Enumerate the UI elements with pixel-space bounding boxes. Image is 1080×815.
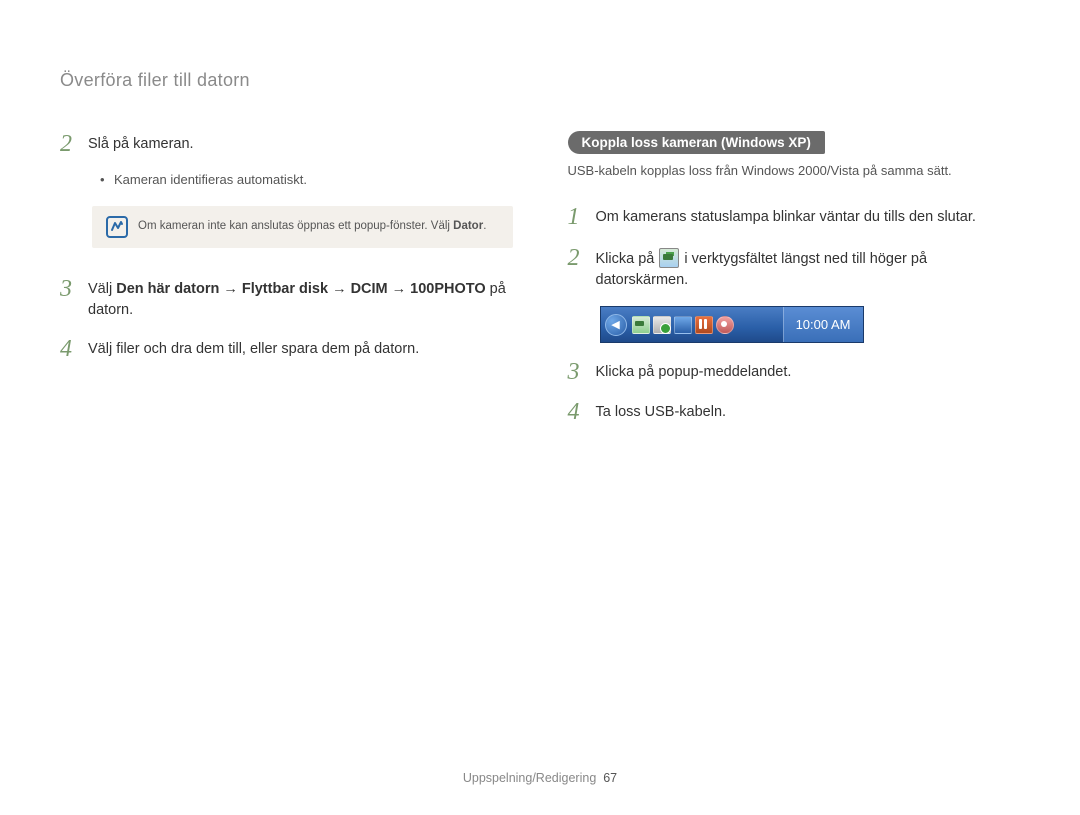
right-step-2: 2 Klicka på i verktygsfältet längst ned … xyxy=(568,245,1021,293)
left-step-3: 3 Välj Den här datorn→Flyttbar disk→DCIM… xyxy=(60,276,513,323)
step-text: Välj filer och dra dem till, eller spara… xyxy=(88,336,419,361)
right-step-4: 4 Ta loss USB-kabeln. xyxy=(568,399,1021,425)
page-number: 67 xyxy=(603,771,617,785)
step-text: Välj Den här datorn→Flyttbar disk→DCIM→1… xyxy=(88,276,513,323)
step-text: Ta loss USB-kabeln. xyxy=(596,399,727,424)
right-column: Koppla loss kameran (Windows XP) USB-kab… xyxy=(568,131,1021,440)
tray-status-icon xyxy=(716,316,734,334)
step-text: Klicka på popup-meddelandet. xyxy=(596,359,792,384)
page-title: Överföra filer till datorn xyxy=(60,70,1020,91)
tray-safely-remove-icon xyxy=(632,316,650,334)
safely-remove-icon xyxy=(659,248,679,268)
right-step-3: 3 Klicka på popup-meddelandet. xyxy=(568,359,1021,385)
page-footer: Uppspelning/Redigering 67 xyxy=(0,771,1080,785)
note-icon xyxy=(106,216,128,238)
note-text: Om kameran inte kan anslutas öppnas ett … xyxy=(138,219,486,234)
left-step-2: 2 Slå på kameran. xyxy=(60,131,513,157)
bullet-item: Kameran identifieras automatiskt. xyxy=(100,171,513,189)
left-column: 2 Slå på kameran. Kameran identifieras a… xyxy=(60,131,513,440)
step-text: Om kamerans statuslampa blinkar väntar d… xyxy=(596,204,976,229)
s3-b3: DCIM xyxy=(351,281,388,297)
arrow-icon: → xyxy=(388,281,411,297)
note-prefix: Om kameran inte kan anslutas öppnas ett … xyxy=(138,220,453,232)
note-box: Om kameran inte kan anslutas öppnas ett … xyxy=(92,206,513,248)
taskbar-image: ◀ 10:00 AM xyxy=(600,306,864,343)
note-bold: Dator xyxy=(453,220,483,232)
arrow-icon: → xyxy=(219,281,242,297)
left-step-4: 4 Välj filer och dra dem till, eller spa… xyxy=(60,336,513,362)
taskbar-expand-icon: ◀ xyxy=(605,314,627,336)
tray-network-icon xyxy=(674,316,692,334)
arrow-icon: → xyxy=(328,281,351,297)
s3-prefix: Välj xyxy=(88,281,116,297)
s2-pre: Klicka på xyxy=(596,251,659,267)
step-number: 4 xyxy=(568,399,596,425)
right-step-1: 1 Om kamerans statuslampa blinkar väntar… xyxy=(568,204,1021,230)
step-number: 1 xyxy=(568,204,596,230)
content-columns: 2 Slå på kameran. Kameran identifieras a… xyxy=(60,131,1020,440)
tray-shield-icon xyxy=(653,316,671,334)
step-number: 3 xyxy=(568,359,596,385)
bullet-list: Kameran identifieras automatiskt. xyxy=(100,171,513,189)
s3-b4: 100PHOTO xyxy=(410,281,486,297)
section-pill: Koppla loss kameran (Windows XP) xyxy=(568,131,825,154)
s3-b1: Den här datorn xyxy=(116,281,219,297)
step-text: Slå på kameran. xyxy=(88,131,194,156)
taskbar-clock: 10:00 AM xyxy=(783,307,863,342)
step-number: 4 xyxy=(60,336,88,362)
s3-b2: Flyttbar disk xyxy=(242,281,328,297)
tray-volume-icon xyxy=(695,316,713,334)
footer-section: Uppspelning/Redigering xyxy=(463,771,596,785)
step-text: Klicka på i verktygsfältet längst ned ti… xyxy=(596,245,1021,293)
sub-note: USB-kabeln kopplas loss från Windows 200… xyxy=(568,162,1021,180)
note-suffix: . xyxy=(483,220,486,232)
step-number: 2 xyxy=(60,131,88,157)
step-number: 3 xyxy=(60,276,88,302)
tray-icons xyxy=(632,316,734,334)
step-number: 2 xyxy=(568,245,596,271)
